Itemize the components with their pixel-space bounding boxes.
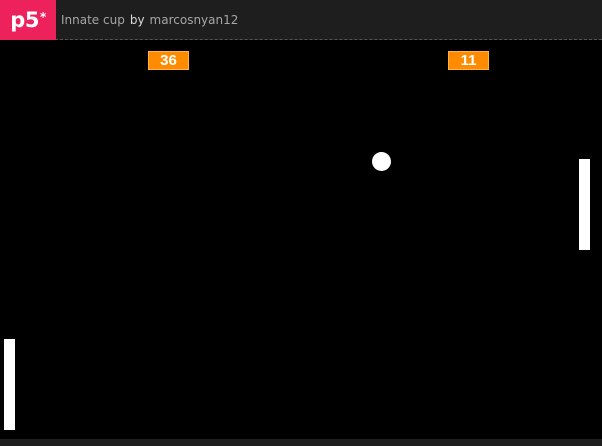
left-paddle (4, 339, 15, 430)
author-link[interactable]: marcosnyan12 (150, 13, 239, 27)
bottom-bar (0, 439, 602, 446)
p5-logo-asterisk: * (39, 9, 46, 24)
score-left: 36 (148, 51, 189, 70)
score-right: 11 (448, 51, 489, 70)
ball (372, 152, 391, 171)
p5-logo-text: p5 (10, 7, 39, 32)
game-canvas[interactable]: 36 11 (0, 41, 602, 439)
p5-logo[interactable]: p5 * (0, 0, 56, 40)
by-label: by (129, 12, 145, 27)
editor-topbar: p5 * Innate cup by marcosnyan12 (0, 0, 602, 40)
right-paddle (579, 159, 590, 250)
sketch-title[interactable]: Innate cup (61, 13, 125, 27)
